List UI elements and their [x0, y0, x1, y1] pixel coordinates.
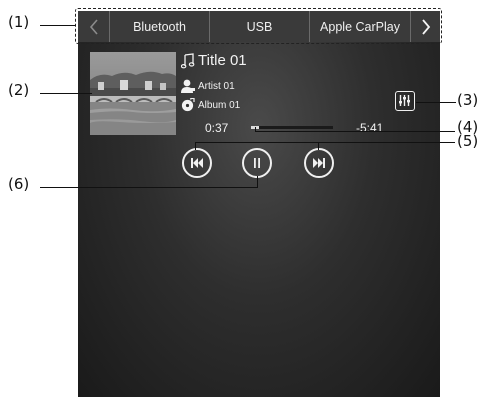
album-row: Album 01	[181, 98, 240, 112]
track-title-row: Title 01	[181, 52, 247, 69]
leader-line-6	[40, 187, 258, 188]
callout-1: (1)	[8, 13, 30, 31]
pause-icon	[254, 158, 260, 168]
leader-line-2	[40, 93, 92, 94]
leader-line-1	[40, 25, 76, 26]
elapsed-time: 0:37	[205, 121, 229, 135]
artist-row: Artist 01	[181, 79, 235, 93]
progress-bar[interactable]	[251, 126, 333, 129]
leader-line-6-up	[257, 176, 258, 188]
disc-icon	[181, 98, 195, 112]
pause-button[interactable]	[242, 148, 272, 178]
tab-bar-callout-frame	[75, 8, 442, 44]
leader-line-4	[255, 131, 455, 132]
skip-next-icon	[313, 158, 325, 168]
leader-line-5-right	[318, 142, 319, 150]
leader-line-3	[416, 102, 456, 103]
leader-line-4-tick	[255, 127, 256, 132]
callout-6: (6)	[8, 175, 30, 193]
previous-track-button[interactable]	[182, 148, 212, 178]
track-title: Title 01	[198, 52, 247, 69]
leader-line-5	[195, 142, 455, 143]
equalizer-button[interactable]	[395, 91, 415, 111]
skip-previous-icon	[191, 158, 203, 168]
artist-name: Artist 01	[198, 80, 235, 92]
equalizer-icon	[399, 95, 410, 106]
callout-2: (2)	[8, 81, 30, 99]
remaining-time: -5:41	[356, 121, 384, 135]
music-note-icon	[181, 52, 195, 68]
callout-5: (5)	[457, 132, 479, 150]
album-name: Album 01	[198, 99, 241, 111]
callout-3: (3)	[457, 91, 479, 109]
person-icon	[181, 79, 195, 93]
album-art	[90, 52, 176, 135]
next-track-button[interactable]	[304, 148, 334, 178]
leader-line-5-left	[195, 142, 196, 150]
